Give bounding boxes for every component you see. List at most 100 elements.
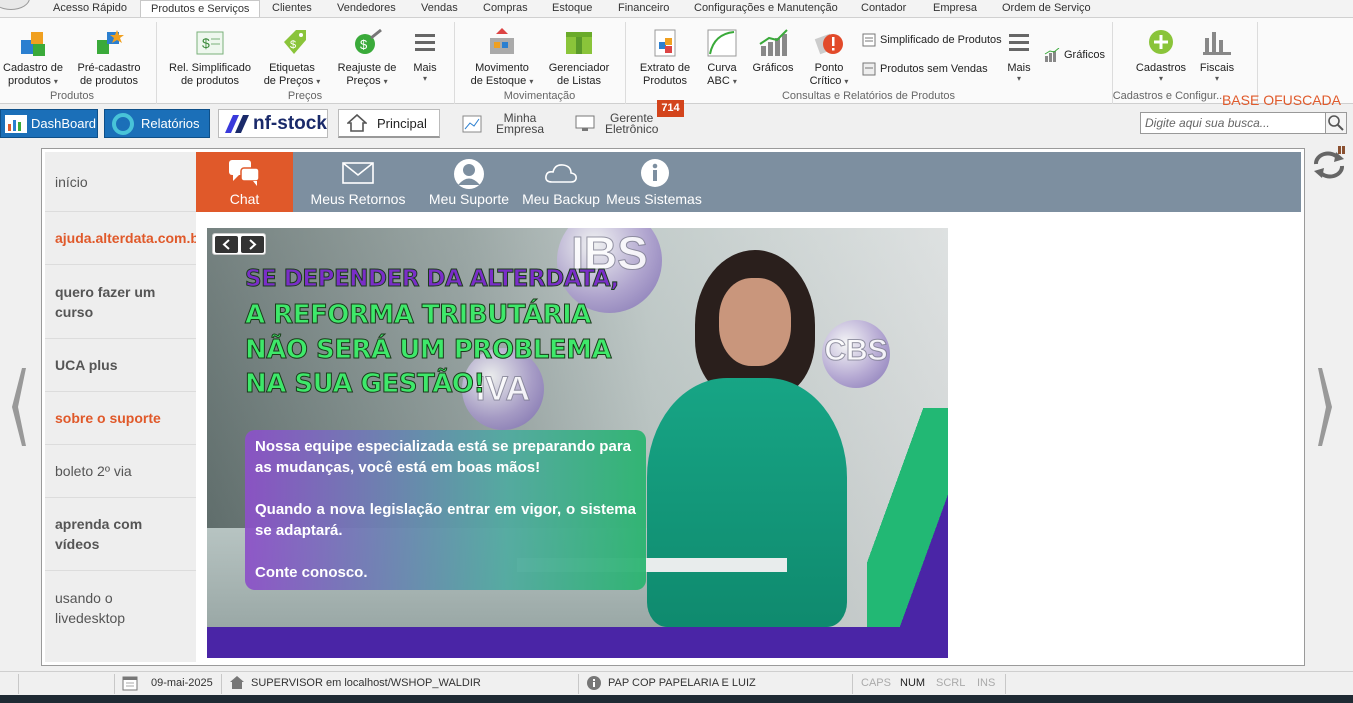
carousel-prev-button[interactable] — [215, 236, 238, 253]
tab-compras[interactable]: Compras — [483, 0, 528, 17]
search-input[interactable]: Digite aqui sua busca... — [1140, 112, 1326, 134]
banner-message-3: Conte conosco. — [255, 564, 368, 581]
refresh-arrows-icon — [1314, 146, 1345, 179]
nav-boleto[interactable]: boleto 2º via — [45, 445, 196, 498]
status-date: 09-mai-2025 — [151, 677, 213, 689]
nav-ajuda[interactable]: ajuda.alterdata.com.br — [45, 212, 196, 265]
nav-uca-plus[interactable]: UCA plus — [45, 339, 196, 392]
tab-chat[interactable]: Chat — [196, 152, 293, 212]
mais-precos-button[interactable]: Mais ▾ — [408, 28, 442, 83]
chevron-left-icon — [12, 368, 26, 446]
refresh-button[interactable] — [1310, 146, 1348, 180]
tab-empresa[interactable]: Empresa — [933, 0, 977, 17]
cadastros-button[interactable]: Cadastros ▾ — [1132, 28, 1190, 83]
curve-chart-icon — [706, 28, 738, 58]
user-avatar-icon — [454, 159, 484, 189]
tab-produtos-servicos[interactable]: Produtos e Serviços — [140, 0, 261, 18]
nav-sobre-suporte[interactable]: sobre o suporte — [45, 392, 196, 445]
ponto-critico-button[interactable]: Ponto Crítico ▾ — [804, 28, 854, 88]
woman-dress-image — [647, 378, 847, 627]
graficos-small-button[interactable]: Gráficos — [1044, 48, 1105, 62]
carousel-next-button[interactable] — [241, 236, 264, 253]
search-button[interactable] — [1326, 112, 1347, 134]
tab-contador[interactable]: Contador — [861, 0, 906, 17]
calendar-icon — [122, 676, 138, 691]
produtos-sem-vendas-button[interactable]: Produtos sem Vendas — [862, 62, 988, 76]
notification-badge: 714 — [657, 100, 684, 117]
principal-button[interactable]: Principal — [338, 109, 440, 138]
chevron-down-icon: ▾ — [732, 77, 737, 86]
pre-cadastro-button[interactable]: Pré-cadastro de produtos — [76, 28, 142, 88]
chevron-down-icon: ▾ — [316, 77, 321, 86]
green-stripe-decoration — [867, 408, 948, 627]
minha-empresa-button[interactable]: Minha Empresa — [460, 109, 556, 138]
graficos-button[interactable]: Gráficos — [750, 28, 796, 75]
svg-text:$: $ — [290, 39, 296, 51]
chevron-down-icon: ▾ — [1016, 74, 1021, 83]
tab-meu-backup[interactable]: Meu Backup — [520, 152, 602, 212]
group-label-precos: Preços — [287, 90, 323, 102]
group-label-produtos: Produtos — [49, 90, 95, 102]
info-icon — [587, 676, 601, 690]
nav-videos[interactable]: aprenda com vídeos — [45, 498, 196, 571]
nav-curso[interactable]: quero fazer um curso — [45, 265, 196, 339]
nav-livedesktop[interactable]: usando o livedesktop — [45, 571, 196, 644]
nfstock-button[interactable]: nf-stock — [218, 109, 328, 138]
chevron-down-icon: ▾ — [422, 74, 427, 83]
movimento-estoque-button[interactable]: Movimento de Estoque ▾ — [466, 28, 538, 88]
nfstock-logo-icon — [225, 114, 249, 133]
product-star-icon — [93, 28, 125, 58]
tab-acesso-rapido[interactable]: Acesso Rápido — [53, 0, 127, 17]
cadastro-produtos-button[interactable]: Cadastro de produtos ▾ — [2, 28, 64, 88]
tab-vendas[interactable]: Vendas — [421, 0, 458, 17]
status-user: SUPERVISOR em localhost/WSHOP_WALDIR — [251, 677, 481, 689]
menu-lines-icon — [1007, 28, 1031, 58]
mais-consultas-button[interactable]: Mais ▾ — [1004, 28, 1034, 83]
banner-message-2: Quando a nova legislação entrar em vigor… — [255, 501, 636, 539]
tab-meus-retornos[interactable]: Meus Retornos — [308, 152, 408, 212]
tab-meus-sistemas[interactable]: Meus Sistemas — [606, 152, 702, 212]
tab-configuracoes[interactable]: Configurações e Manutenção — [694, 0, 838, 17]
relatorios-button[interactable]: Relatórios — [104, 109, 210, 138]
bar-chart-icon — [757, 28, 789, 58]
status-bar: 09-mai-2025 SUPERVISOR em localhost/WSHO… — [0, 671, 1353, 695]
tab-clientes[interactable]: Clientes — [272, 0, 312, 17]
banner-message-box: Nossa equipe especializada está se prepa… — [245, 430, 646, 590]
etiquetas-precos-button[interactable]: $ Etiquetas de Preços ▾ — [260, 28, 324, 88]
support-top-nav: Chat Meus Retornos Meu Suporte Meu Backu… — [196, 152, 1301, 212]
extrato-produtos-button[interactable]: Extrato de Produtos — [634, 28, 696, 88]
company-chart-icon — [462, 115, 482, 132]
side-navigation: início ajuda.alterdata.com.br quero faze… — [45, 152, 196, 662]
fiscais-button[interactable]: Fiscais ▾ — [1196, 28, 1238, 83]
ins-indicator: INS — [977, 677, 996, 689]
simplificado-produtos-button[interactable]: Simplificado de Produtos — [862, 33, 1002, 47]
menu-bar: Acesso Rápido Produtos e Serviços Client… — [0, 0, 1353, 18]
nav-inicio[interactable]: início — [45, 152, 196, 212]
prev-page-arrow[interactable] — [8, 366, 26, 448]
reajuste-precos-button[interactable]: $ Reajuste de Preços ▾ — [334, 28, 400, 88]
cloud-icon — [545, 164, 577, 183]
columns-icon — [1201, 28, 1233, 58]
rel-simplificado-button[interactable]: $ Rel. Simplificado de produtos — [166, 28, 254, 88]
promo-banner: IBS CBS IVA SE DEPENDER DA ALTERDATA, A … — [207, 228, 948, 658]
curva-abc-button[interactable]: Curva ABC ▾ — [702, 28, 742, 88]
tab-estoque[interactable]: Estoque — [552, 0, 592, 17]
ribbon: Cadastro de produtos ▾ Pré-cadastro de p… — [0, 17, 1353, 104]
menu-lines-icon — [413, 28, 437, 58]
dashboard-button[interactable]: DashBoard — [0, 109, 98, 138]
product-boxes-icon — [17, 28, 49, 58]
app-menu-button[interactable] — [0, 0, 30, 10]
price-sheet-icon: $ — [194, 28, 226, 58]
tab-financeiro[interactable]: Financeiro — [618, 0, 669, 17]
plus-circle-icon — [1145, 28, 1177, 58]
tab-meu-suporte[interactable]: Meu Suporte — [424, 152, 514, 212]
gerenciador-listas-button[interactable]: Gerenciador de Listas — [544, 28, 614, 88]
banner-footer-strip — [207, 627, 948, 658]
tab-ordem-servico[interactable]: Ordem de Serviço — [1002, 0, 1091, 17]
next-page-arrow[interactable] — [1318, 366, 1336, 448]
home-icon — [347, 114, 367, 132]
wrench-money-icon: $ — [351, 28, 383, 58]
tab-vendedores[interactable]: Vendedores — [337, 0, 396, 17]
home-icon — [230, 676, 244, 689]
warning-icon — [813, 28, 845, 58]
